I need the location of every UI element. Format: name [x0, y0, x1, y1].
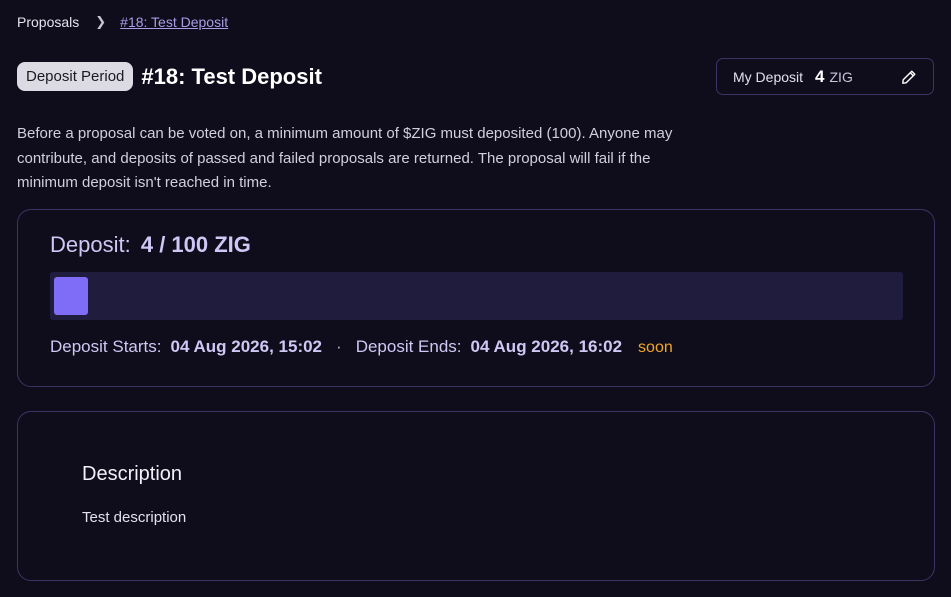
page-title: #18: Test Deposit: [141, 63, 322, 89]
description-card: Description Test description: [17, 411, 935, 581]
deposit-card: Deposit: 4 / 100 ZIG Deposit Starts: 04 …: [17, 209, 935, 387]
description-text: Test description: [82, 509, 187, 526]
deposit-summary: Deposit: 4 / 100 ZIG: [50, 232, 251, 258]
proposal-header: Deposit Period #18: Test Deposit: [17, 62, 322, 91]
deposit-progress-fill: [54, 277, 88, 315]
deposit-ends-label: Deposit Ends:: [355, 337, 462, 356]
my-deposit-unit: ZIG: [829, 68, 853, 85]
proposal-page: Proposals ❯ #18: Test Deposit Deposit Pe…: [0, 0, 951, 597]
deposit-starts-label: Deposit Starts:: [50, 337, 162, 356]
deposit-ends-soon-badge: soon: [638, 339, 673, 356]
deposit-progress-bar: [50, 272, 903, 320]
breadcrumb-current-link[interactable]: #18: Test Deposit: [120, 14, 228, 30]
my-deposit-label: My Deposit: [733, 68, 804, 85]
deposit-ends-value: 04 Aug 2026, 16:02: [470, 337, 623, 356]
deposit-amount: 4 / 100 ZIG: [140, 232, 251, 257]
pencil-icon[interactable]: [901, 69, 917, 85]
dates-separator: ·: [336, 337, 342, 356]
my-deposit-box: My Deposit 4 ZIG: [716, 58, 934, 95]
deposit-dates: Deposit Starts: 04 Aug 2026, 15:02 · Dep…: [50, 337, 673, 357]
breadcrumb-proposals-link[interactable]: Proposals: [17, 14, 79, 30]
breadcrumb: Proposals ❯ #18: Test Deposit: [17, 14, 228, 30]
description-heading: Description: [82, 463, 183, 485]
deposit-intro-text: Before a proposal can be voted on, a min…: [17, 125, 673, 191]
status-badge: Deposit Period: [17, 62, 134, 91]
my-deposit-amount: 4: [815, 66, 825, 86]
deposit-label: Deposit:: [50, 232, 131, 257]
deposit-starts-value: 04 Aug 2026, 15:02: [170, 337, 323, 356]
chevron-right-icon: ❯: [95, 14, 107, 29]
